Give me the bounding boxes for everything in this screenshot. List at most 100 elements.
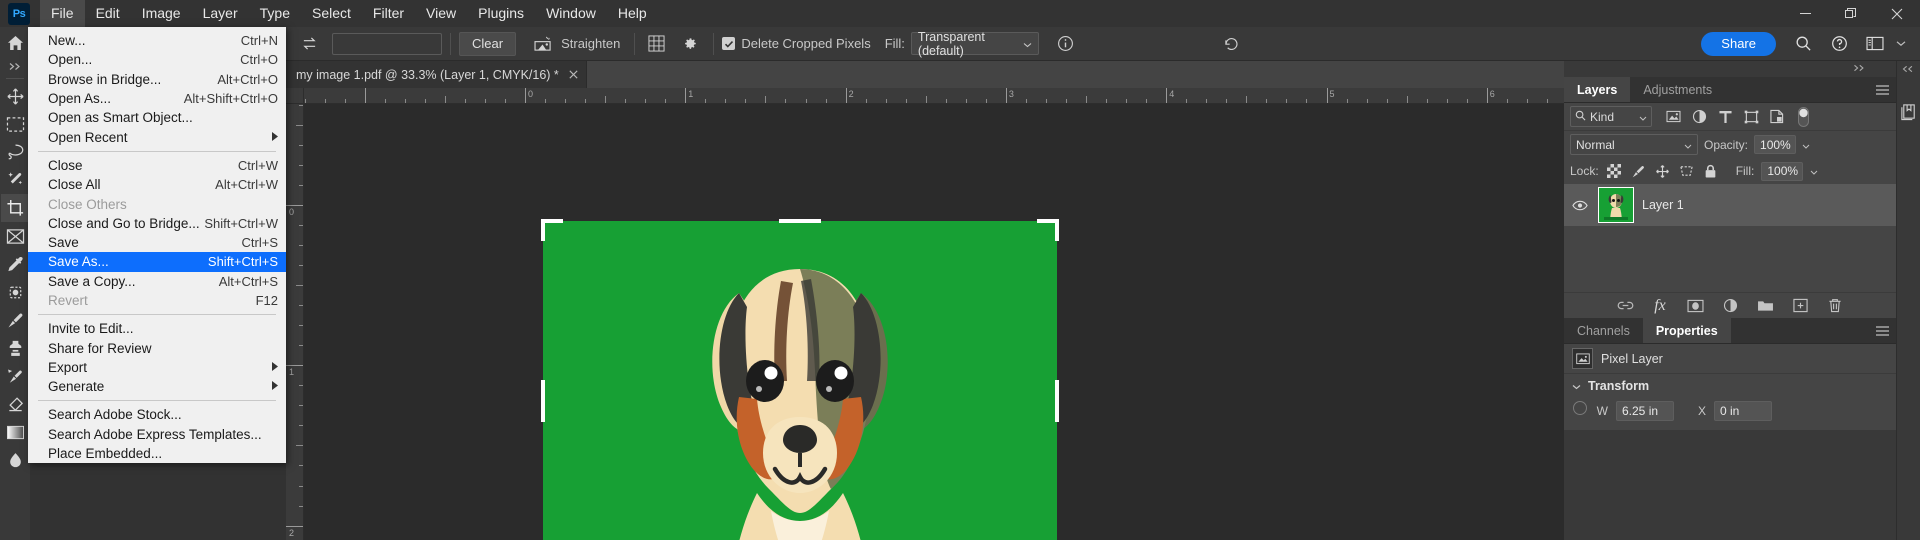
- fill-field[interactable]: 100%: [1761, 162, 1803, 181]
- eyedropper-tool[interactable]: [1, 250, 29, 278]
- healing-brush-tool[interactable]: [1, 278, 29, 306]
- close-icon[interactable]: [1874, 0, 1920, 27]
- straighten-icon[interactable]: [530, 32, 556, 56]
- rectangular-marquee-tool[interactable]: [1, 110, 29, 138]
- filter-type-icon[interactable]: [1712, 106, 1738, 128]
- link-layers-icon[interactable]: [1616, 297, 1634, 315]
- vertical-ruler[interactable]: 012: [286, 104, 304, 540]
- crop-tool[interactable]: [1, 194, 29, 222]
- close-icon[interactable]: [569, 67, 578, 82]
- menu-item-image[interactable]: Image: [131, 0, 192, 27]
- menu-item-save-as[interactable]: Save As...Shift+Ctrl+S: [28, 252, 286, 271]
- eraser-tool[interactable]: [1, 390, 29, 418]
- width-field[interactable]: 6.25 in: [1616, 401, 1674, 421]
- object-selection-tool[interactable]: [1, 166, 29, 194]
- straighten-label[interactable]: Straighten: [561, 36, 620, 51]
- blend-mode-select[interactable]: Normal: [1570, 134, 1698, 155]
- opacity-field[interactable]: 100%: [1754, 135, 1796, 154]
- x-field[interactable]: 0 in: [1714, 401, 1772, 421]
- lock-image-pixels-icon[interactable]: [1630, 163, 1647, 180]
- menu-item-generate[interactable]: Generate: [28, 377, 286, 396]
- horizontal-ruler[interactable]: 0123456: [304, 88, 1564, 104]
- crop-grid-overlay-icon[interactable]: [643, 32, 669, 56]
- menu-item-search-adobe-express-templates[interactable]: Search Adobe Express Templates...: [28, 425, 286, 444]
- libraries-icon[interactable]: [1897, 99, 1920, 125]
- menu-item-open-as[interactable]: Open As...Alt+Shift+Ctrl+O: [28, 89, 286, 108]
- toggle-switch-icon[interactable]: [1790, 106, 1816, 128]
- double-chevron-right-icon[interactable]: [1853, 64, 1866, 75]
- crop-handle-top-left-v[interactable]: [541, 219, 545, 241]
- menu-item-invite-to-edit[interactable]: Invite to Edit...: [28, 319, 286, 338]
- reset-arrow-icon[interactable]: [1219, 32, 1245, 56]
- menu-item-close[interactable]: CloseCtrl+W: [28, 156, 286, 175]
- filter-smart-object-icon[interactable]: [1764, 106, 1790, 128]
- menu-item-view[interactable]: View: [415, 0, 467, 27]
- menu-item-layer[interactable]: Layer: [192, 0, 249, 27]
- layer-styles-fx-icon[interactable]: fx: [1651, 297, 1669, 315]
- crop-ratio-input[interactable]: [332, 33, 442, 55]
- restore-icon[interactable]: [1828, 0, 1874, 27]
- document-tab[interactable]: my image 1.pdf @ 33.3% (Layer 1, CMYK/16…: [286, 61, 587, 88]
- crop-overlay[interactable]: [541, 219, 1059, 540]
- new-group-icon[interactable]: [1756, 297, 1774, 315]
- eye-icon[interactable]: [1570, 200, 1590, 211]
- crop-handle-left-middle[interactable]: [541, 380, 545, 422]
- fill-select[interactable]: Transparent (default): [911, 32, 1039, 55]
- lock-all-icon[interactable]: [1702, 163, 1719, 180]
- menu-item-save-a-copy[interactable]: Save a Copy...Alt+Ctrl+S: [28, 272, 286, 291]
- menu-item-close-all[interactable]: Close AllAlt+Ctrl+W: [28, 175, 286, 194]
- filter-pixel-icon[interactable]: [1660, 106, 1686, 128]
- blur-tool[interactable]: [1, 446, 29, 474]
- gradient-tool[interactable]: [1, 418, 29, 446]
- menu-item-window[interactable]: Window: [535, 0, 607, 27]
- menu-item-open-as-smart-object[interactable]: Open as Smart Object...: [28, 108, 286, 127]
- menu-item-search-adobe-stock[interactable]: Search Adobe Stock...: [28, 405, 286, 424]
- search-icon[interactable]: [1790, 32, 1816, 56]
- delete-layer-icon[interactable]: [1826, 297, 1844, 315]
- transform-section-header[interactable]: Transform: [1564, 374, 1896, 398]
- crop-handle-top-right-v[interactable]: [1055, 219, 1059, 241]
- layer-mask-icon[interactable]: [1686, 297, 1704, 315]
- tab-channels[interactable]: Channels: [1564, 318, 1643, 343]
- filter-adjustment-icon[interactable]: [1686, 106, 1712, 128]
- tab-properties[interactable]: Properties: [1643, 318, 1731, 343]
- menu-item-export[interactable]: Export: [28, 358, 286, 377]
- crop-handle-top-center[interactable]: [779, 219, 821, 223]
- swap-arrows-icon[interactable]: [296, 32, 322, 56]
- opacity-stepper-chevron-icon[interactable]: [1802, 137, 1810, 152]
- menu-item-edit[interactable]: Edit: [85, 0, 131, 27]
- tab-adjustments[interactable]: Adjustments: [1630, 77, 1725, 102]
- menu-item-type[interactable]: Type: [249, 0, 301, 27]
- clone-stamp-tool[interactable]: [1, 334, 29, 362]
- menu-item-new[interactable]: New...Ctrl+N: [28, 31, 286, 50]
- lock-position-icon[interactable]: [1654, 163, 1671, 180]
- clear-button[interactable]: Clear: [459, 32, 516, 56]
- layer-thumbnail[interactable]: [1598, 187, 1634, 223]
- frame-tool[interactable]: [1, 222, 29, 250]
- file-menu-dropdown[interactable]: New...Ctrl+NOpen...Ctrl+OBrowse in Bridg…: [28, 27, 286, 463]
- menu-item-save[interactable]: SaveCtrl+S: [28, 233, 286, 252]
- menu-item-share-for-review[interactable]: Share for Review: [28, 338, 286, 357]
- minimize-icon[interactable]: [1782, 0, 1828, 27]
- gear-icon[interactable]: [677, 32, 703, 56]
- tab-layers[interactable]: Layers: [1564, 77, 1630, 102]
- lasso-tool[interactable]: [1, 138, 29, 166]
- lock-artboard-nesting-icon[interactable]: [1678, 163, 1695, 180]
- menu-item-browse-in-bridge[interactable]: Browse in Bridge...Alt+Ctrl+O: [28, 70, 286, 89]
- new-layer-icon[interactable]: [1791, 297, 1809, 315]
- double-chevron-right-icon[interactable]: [1, 57, 29, 75]
- menu-item-place-embedded[interactable]: Place Embedded...: [28, 444, 286, 463]
- menu-item-help[interactable]: Help: [607, 0, 658, 27]
- fill-stepper-chevron-icon[interactable]: [1810, 164, 1818, 178]
- double-chevron-left-icon[interactable]: [1897, 61, 1920, 77]
- menu-item-select[interactable]: Select: [301, 0, 362, 27]
- layer-row[interactable]: Layer 1: [1564, 184, 1896, 226]
- reference-point-selector[interactable]: [1573, 401, 1587, 415]
- chevron-down-icon[interactable]: [1888, 32, 1914, 56]
- home-icon[interactable]: [1, 29, 29, 57]
- move-tool[interactable]: [1, 82, 29, 110]
- info-icon[interactable]: [1053, 32, 1079, 56]
- history-brush-tool[interactable]: [1, 362, 29, 390]
- layer-filter-kind-select[interactable]: Kind: [1570, 106, 1652, 127]
- menu-item-open[interactable]: Open...Ctrl+O: [28, 50, 286, 69]
